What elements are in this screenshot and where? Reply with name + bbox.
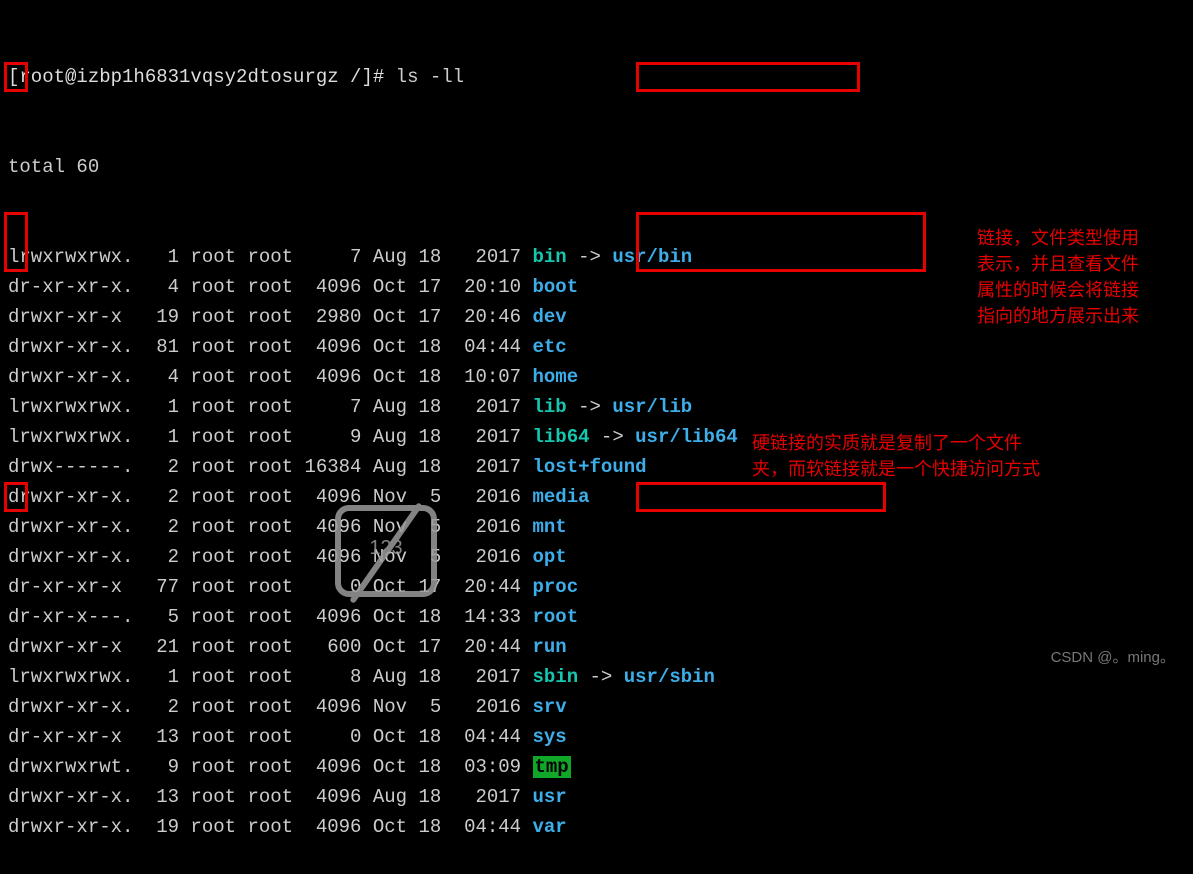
arrow-icon: -> (601, 426, 624, 448)
link-target: usr/lib64 (635, 426, 738, 448)
annotation-link-desc: 链接，文件类型使用 表示，并且查看文件 属性的时候会将链接 指向的地方展示出来 (977, 225, 1139, 329)
filename: dev (533, 306, 567, 328)
list-item: lrwxrwxrwx. 1 root root 8 Aug 18 2017 sb… (8, 662, 1185, 692)
list-item: drwxr-xr-x. 19 root root 4096 Oct 18 04:… (8, 812, 1185, 842)
list-item: drwxr-xr-x. 2 root root 4096 Nov 5 2016 … (8, 482, 1185, 512)
list-item: drwxr-xr-x. 4 root root 4096 Oct 18 10:0… (8, 362, 1185, 392)
list-item: drwxr-xr-x. 2 root root 4096 Nov 5 2016 … (8, 512, 1185, 542)
arrow-icon: -> (578, 396, 601, 418)
total-line: total 60 (8, 152, 1185, 182)
filename: mnt (533, 516, 567, 538)
list-item: drwxr-xr-x. 81 root root 4096 Oct 18 04:… (8, 332, 1185, 362)
filename: opt (533, 546, 567, 568)
list-item: drwxr-xr-x. 2 root root 4096 Nov 5 2016 … (8, 542, 1185, 572)
list-item: lrwxrwxrwx. 1 root root 7 Aug 18 2017 li… (8, 392, 1185, 422)
filename: media (533, 486, 590, 508)
arrow-icon: -> (590, 666, 613, 688)
list-item: drwxr-xr-x. 2 root root 4096 Nov 5 2016 … (8, 692, 1185, 722)
link-target: usr/lib (612, 396, 692, 418)
list-item: drwxrwxrwt. 9 root root 4096 Oct 18 03:0… (8, 752, 1185, 782)
list-item: dr-xr-xr-x 77 root root 0 Oct 17 20:44 p… (8, 572, 1185, 602)
filename: srv (533, 696, 567, 718)
csdn-watermark: CSDN @。ming。 (1051, 643, 1175, 673)
link-target: usr/sbin (624, 666, 715, 688)
filename: proc (533, 576, 579, 598)
filename: lib (533, 396, 567, 418)
arrow-icon: -> (578, 246, 601, 268)
filename: boot (533, 276, 579, 298)
prompt-line[interactable]: [root@izbp1h6831vqsy2dtosurgz /]# ls -ll (8, 62, 1185, 92)
filename: home (533, 366, 579, 388)
filename: lib64 (533, 426, 590, 448)
filename: sys (533, 726, 567, 748)
annotation-hardlink-desc: 硬链接的实质就是复制了一个文件 夹，而软链接就是一个快捷访问方式 (752, 430, 1040, 482)
shell-prompt: [root@izbp1h6831vqsy2dtosurgz /]# (8, 66, 396, 88)
filename: var (533, 816, 567, 838)
filename: bin (533, 246, 567, 268)
filename: lost+found (533, 456, 647, 478)
command-text: ls -ll (396, 66, 464, 88)
list-item: drwxr-xr-x 21 root root 600 Oct 17 20:44… (8, 632, 1185, 662)
list-item: dr-xr-xr-x 13 root root 0 Oct 18 04:44 s… (8, 722, 1185, 752)
filename: root (533, 606, 579, 628)
filename: sbin (533, 666, 579, 688)
filename: run (533, 636, 567, 658)
filename: usr (533, 786, 567, 808)
file-listing: lrwxrwxrwx. 1 root root 7 Aug 18 2017 bi… (8, 242, 1185, 842)
link-target: usr/bin (612, 246, 692, 268)
filename: tmp (533, 756, 571, 778)
list-item: dr-xr-x---. 5 root root 4096 Oct 18 14:3… (8, 602, 1185, 632)
filename: etc (533, 336, 567, 358)
list-item: drwxr-xr-x. 13 root root 4096 Aug 18 201… (8, 782, 1185, 812)
